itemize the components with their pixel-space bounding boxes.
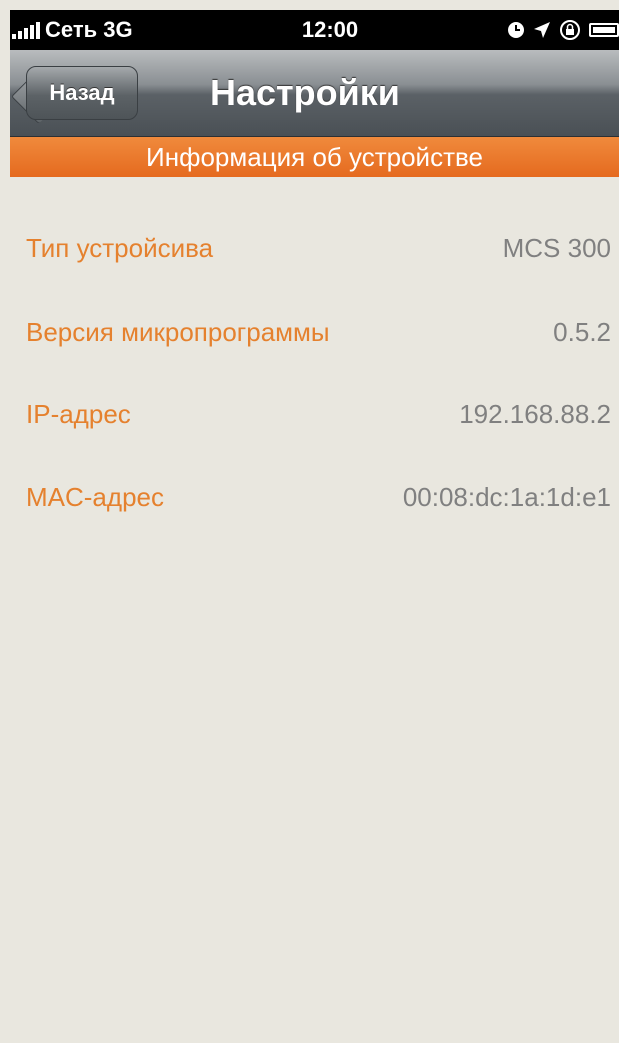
back-button[interactable]: Назад: [26, 66, 138, 120]
info-value: 0.5.2: [553, 316, 611, 347]
location-arrow-icon: [534, 22, 550, 38]
info-label: IP-адрес: [26, 398, 131, 429]
info-label: Версия микропрограммы: [26, 316, 330, 347]
status-time: 12:00: [301, 17, 359, 42]
info-value: MCS 300: [502, 232, 611, 263]
battery-icon: [589, 23, 619, 37]
section-header: Информация об устройстве: [10, 137, 619, 177]
info-row-firmware-version: Версия микропрограммы 0.5.2: [10, 310, 619, 354]
status-bar: Сеть 3G 12:00: [10, 10, 619, 50]
info-row-device-type: Тип устройсива MCS 300: [10, 226, 619, 270]
rotation-lock-icon: [560, 20, 580, 40]
info-row-ip-address: IP-адрес 192.168.88.2: [10, 392, 619, 436]
info-value: 192.168.88.2: [459, 398, 611, 429]
info-value: 00:08:dc:1a:1d:e1: [402, 481, 611, 512]
clock-icon: [508, 22, 524, 38]
signal-bars-icon: [12, 21, 40, 39]
info-label: MAC-адрес: [26, 481, 164, 512]
status-icons: [507, 19, 619, 41]
carrier-name: Сеть 3G: [45, 17, 133, 42]
info-row-mac-address: MAC-адрес 00:08:dc:1a:1d:e1: [10, 475, 619, 519]
info-label: Тип устройсива: [26, 232, 214, 263]
page-title: Настройки: [210, 72, 400, 113]
navigation-bar: Назад Настройки: [10, 50, 619, 137]
